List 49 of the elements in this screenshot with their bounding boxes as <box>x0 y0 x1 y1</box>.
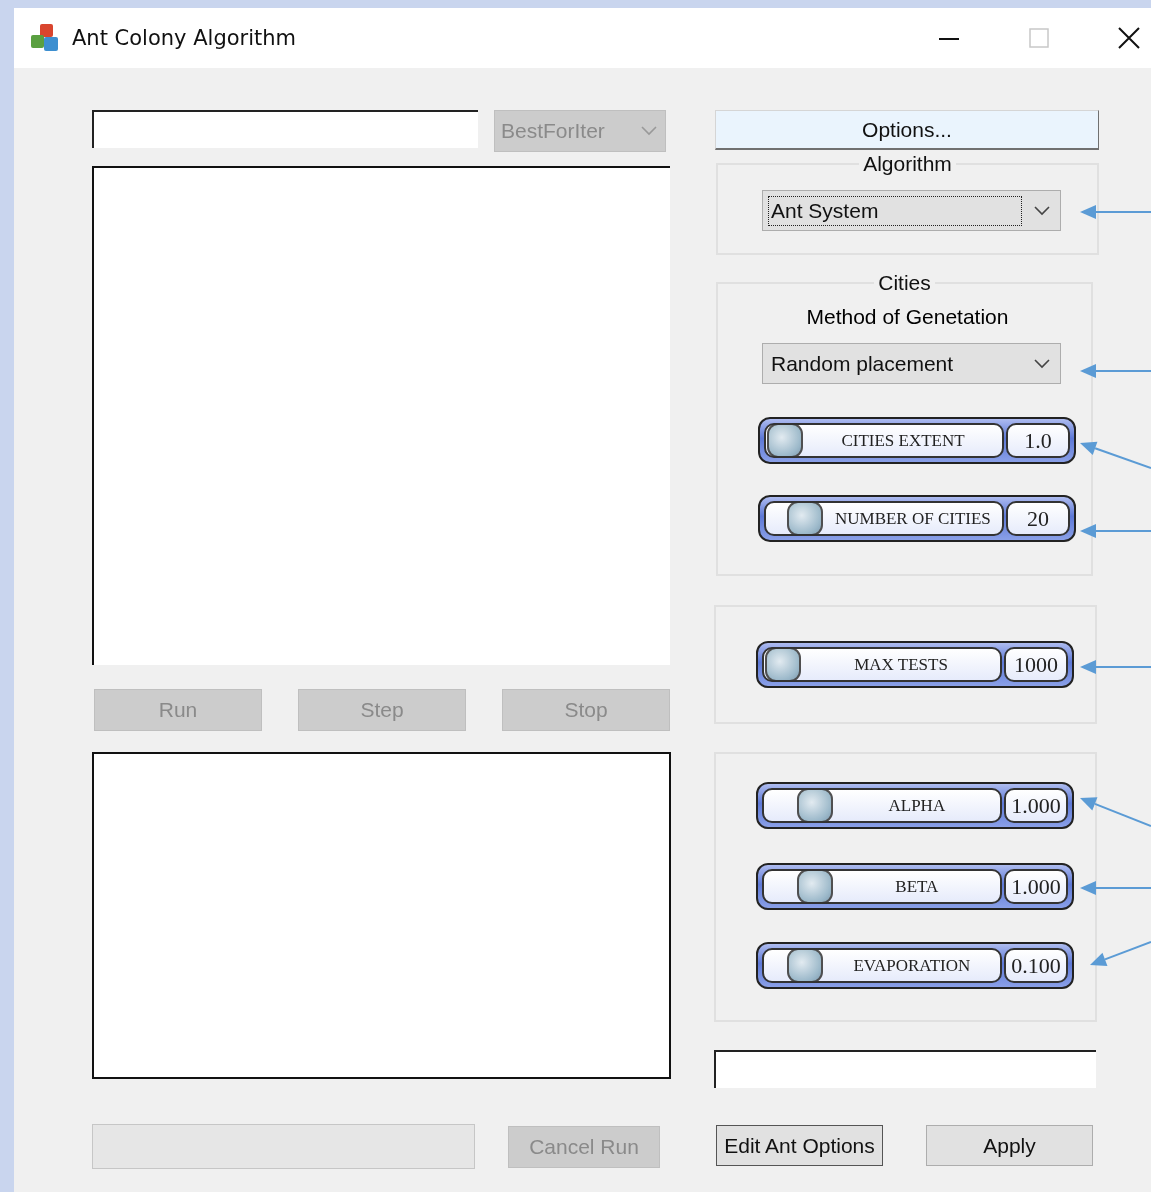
annotation-arrow <box>1080 881 1151 895</box>
slider-thumb[interactable] <box>786 501 823 536</box>
dropdown[interactable]: Ant System <box>762 190 1061 231</box>
slider[interactable]: BETA 1.000 <box>756 863 1074 910</box>
annotation-arrow <box>1080 524 1151 538</box>
slider-label: NUMBER OF CITIES <box>833 508 992 529</box>
slider-thumb[interactable] <box>765 647 801 682</box>
slider-thumb[interactable] <box>796 788 833 823</box>
slider[interactable]: ALPHA 1.000 <box>756 782 1074 829</box>
slider-label: ALPHA <box>887 795 947 816</box>
annotation-arrow <box>1080 797 1151 827</box>
close-icon[interactable] <box>1117 26 1141 50</box>
slider-value: 20 <box>1006 501 1070 536</box>
chevron-down-icon <box>1034 358 1050 369</box>
annotation-arrow <box>1080 441 1151 469</box>
annotation-arrow <box>1080 205 1151 219</box>
annotation-arrow <box>1090 941 1151 966</box>
slider[interactable]: EVAPORATION 0.100 <box>756 942 1074 989</box>
action-button[interactable]: Apply <box>926 1125 1093 1166</box>
action-button[interactable]: Edit Ant Options <box>716 1125 883 1166</box>
annotation-arrow <box>1080 660 1151 674</box>
slider[interactable]: MAX TESTS 1000 <box>756 641 1074 688</box>
annotation-arrow <box>1080 364 1151 378</box>
dropdown-value: Ant System <box>768 195 1022 226</box>
chevron-down-icon <box>641 126 657 136</box>
slider-value: 0.100 <box>1004 948 1068 983</box>
slider-value: 1.000 <box>1004 869 1068 904</box>
group-title: Algorithm <box>862 152 953 176</box>
window-title: Ant Colony Algorithm <box>72 26 297 50</box>
dropdown[interactable]: Random placement <box>762 343 1061 384</box>
slider[interactable]: NUMBER OF CITIES 20 <box>758 495 1076 542</box>
slider-value: 1000 <box>1004 647 1068 682</box>
field-label: Method of Genetation <box>806 305 1009 329</box>
slider-value: 1.0 <box>1006 423 1070 458</box>
slider[interactable]: CITIES EXTENT 1.0 <box>758 417 1076 464</box>
slider-label: MAX TESTS <box>853 654 949 675</box>
options-button[interactable]: Options... <box>715 110 1099 150</box>
slider-label: EVAPORATION <box>852 955 972 976</box>
slider-thumb[interactable] <box>786 948 823 983</box>
slider-value: 1.000 <box>1004 788 1068 823</box>
slider-label: BETA <box>894 876 940 897</box>
chevron-down-icon <box>1034 205 1050 216</box>
slider-label: CITIES EXTENT <box>840 430 966 451</box>
dropdown-value: Random placement <box>770 350 955 377</box>
slider-thumb[interactable] <box>767 423 803 458</box>
text-field[interactable] <box>714 1050 1096 1088</box>
text-field[interactable] <box>92 110 478 148</box>
group-title: Cities <box>877 271 932 295</box>
slider-thumb[interactable] <box>796 869 833 904</box>
